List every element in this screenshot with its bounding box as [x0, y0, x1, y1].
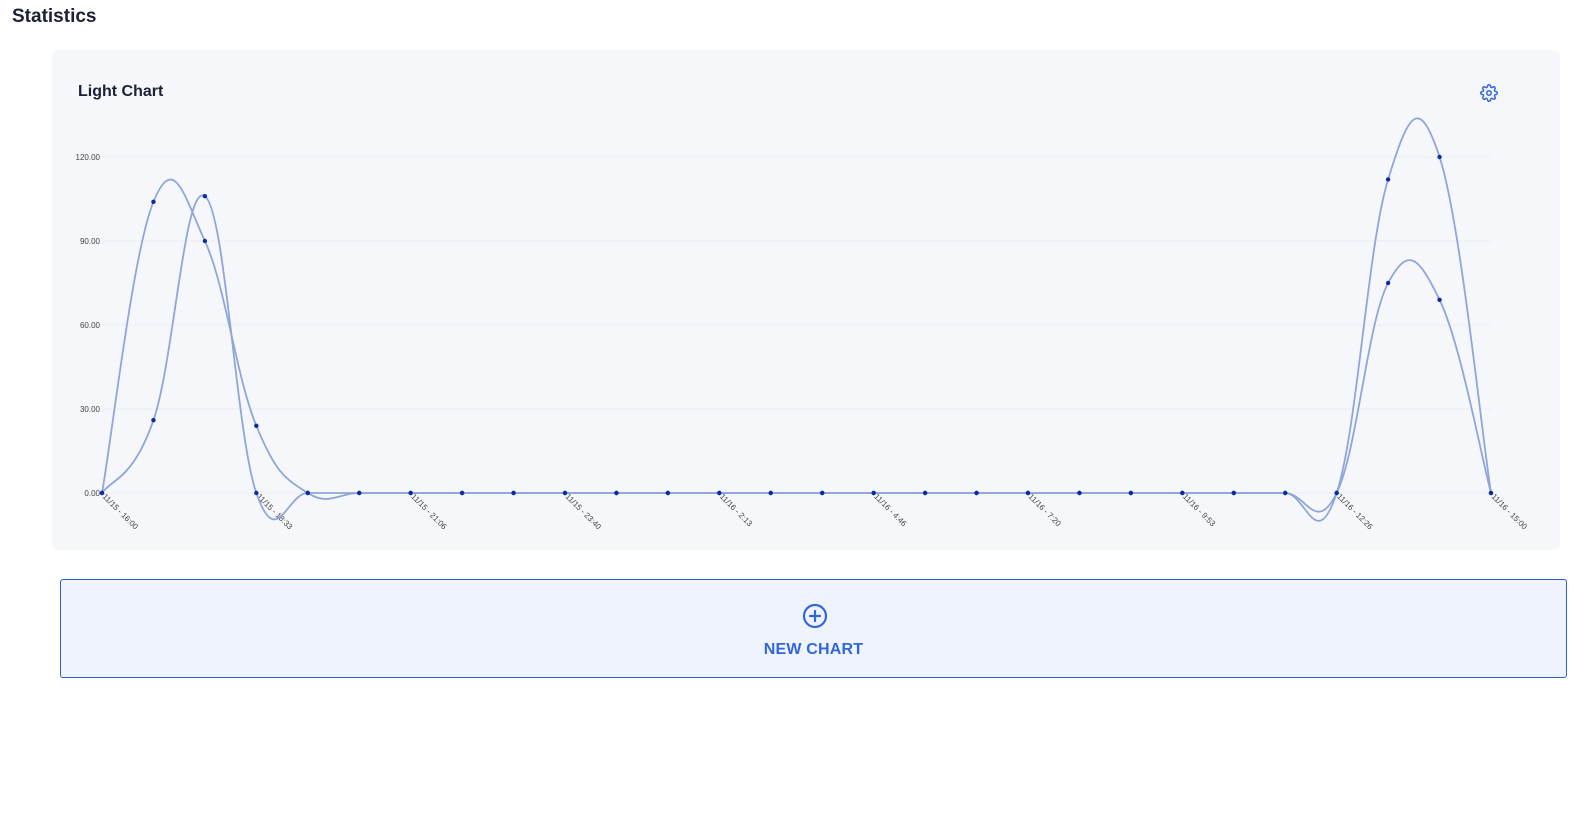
data-point[interactable]	[254, 490, 259, 496]
y-tick-label: 0.00	[84, 489, 100, 498]
data-point[interactable]	[1334, 490, 1339, 496]
data-point[interactable]	[1077, 490, 1082, 496]
new-chart-label: NEW CHART	[763, 641, 864, 658]
data-point[interactable]	[459, 490, 465, 496]
x-tick-label: 11/15 - 21:06	[409, 492, 449, 532]
page-title: Statistics	[12, 6, 97, 27]
y-tick-label: 120.00	[76, 153, 101, 162]
data-point[interactable]	[408, 490, 413, 496]
y-tick-label: 30.00	[80, 405, 101, 414]
data-point[interactable]	[614, 490, 619, 496]
data-point[interactable]	[922, 490, 928, 496]
data-point[interactable]	[768, 490, 773, 496]
data-point[interactable]	[717, 490, 722, 496]
series-line-1	[101, 178, 1492, 513]
x-tick-label: 11/16 - 12:26	[1335, 492, 1375, 532]
data-point[interactable]	[871, 490, 876, 496]
data-point[interactable]	[151, 199, 156, 204]
x-tick-label: 11/15 - 18:33	[255, 492, 295, 532]
series-line-2	[101, 117, 1492, 522]
x-tick-label: 11/16 - 2:13	[718, 492, 755, 529]
data-point[interactable]	[562, 490, 568, 496]
data-point[interactable]	[254, 423, 259, 428]
y-tick-label: 60.00	[80, 321, 101, 330]
x-tick-label: 11/15 - 16:00	[101, 492, 141, 532]
x-tick-label: 11/16 - 9:53	[1181, 492, 1218, 529]
data-point[interactable]	[99, 490, 105, 496]
data-point[interactable]	[1231, 490, 1236, 496]
data-point[interactable]	[1437, 154, 1442, 160]
data-point[interactable]	[1437, 297, 1442, 302]
chart-card: Light Chart 0.00 30.00 60.00 90.00 120.00 11/…	[52, 50, 1560, 550]
x-tick-label: 11/16 - 7:20	[1027, 492, 1064, 529]
data-point[interactable]	[357, 490, 362, 496]
x-tick-label: 11/16 - 15:00	[1490, 492, 1530, 532]
data-point[interactable]	[151, 418, 156, 423]
data-point[interactable]	[974, 490, 979, 496]
x-tick-label: 11/15 - 23:40	[564, 492, 604, 532]
data-point[interactable]	[820, 490, 825, 496]
data-point[interactable]	[1385, 280, 1391, 286]
data-point[interactable]	[511, 490, 516, 496]
data-point[interactable]	[1128, 490, 1134, 496]
y-tick-label: 90.00	[80, 237, 101, 246]
light-chart-plot: 0.00 30.00 60.00 90.00 120.00 11/15 - 16:00 11…	[76, 117, 1530, 532]
data-point[interactable]	[1488, 490, 1494, 496]
data-point[interactable]	[1180, 490, 1185, 496]
new-chart-button[interactable]: NEW CHART	[60, 579, 1567, 678]
data-point[interactable]	[665, 490, 671, 496]
data-point[interactable]	[202, 238, 208, 244]
data-point[interactable]	[202, 194, 208, 199]
data-point[interactable]	[305, 490, 310, 496]
x-tick-label: 11/16 - 4:46	[872, 492, 909, 529]
data-point[interactable]	[1385, 177, 1391, 182]
plus-circle-icon	[802, 603, 828, 629]
data-point[interactable]	[1025, 490, 1031, 496]
data-point[interactable]	[1283, 490, 1288, 496]
